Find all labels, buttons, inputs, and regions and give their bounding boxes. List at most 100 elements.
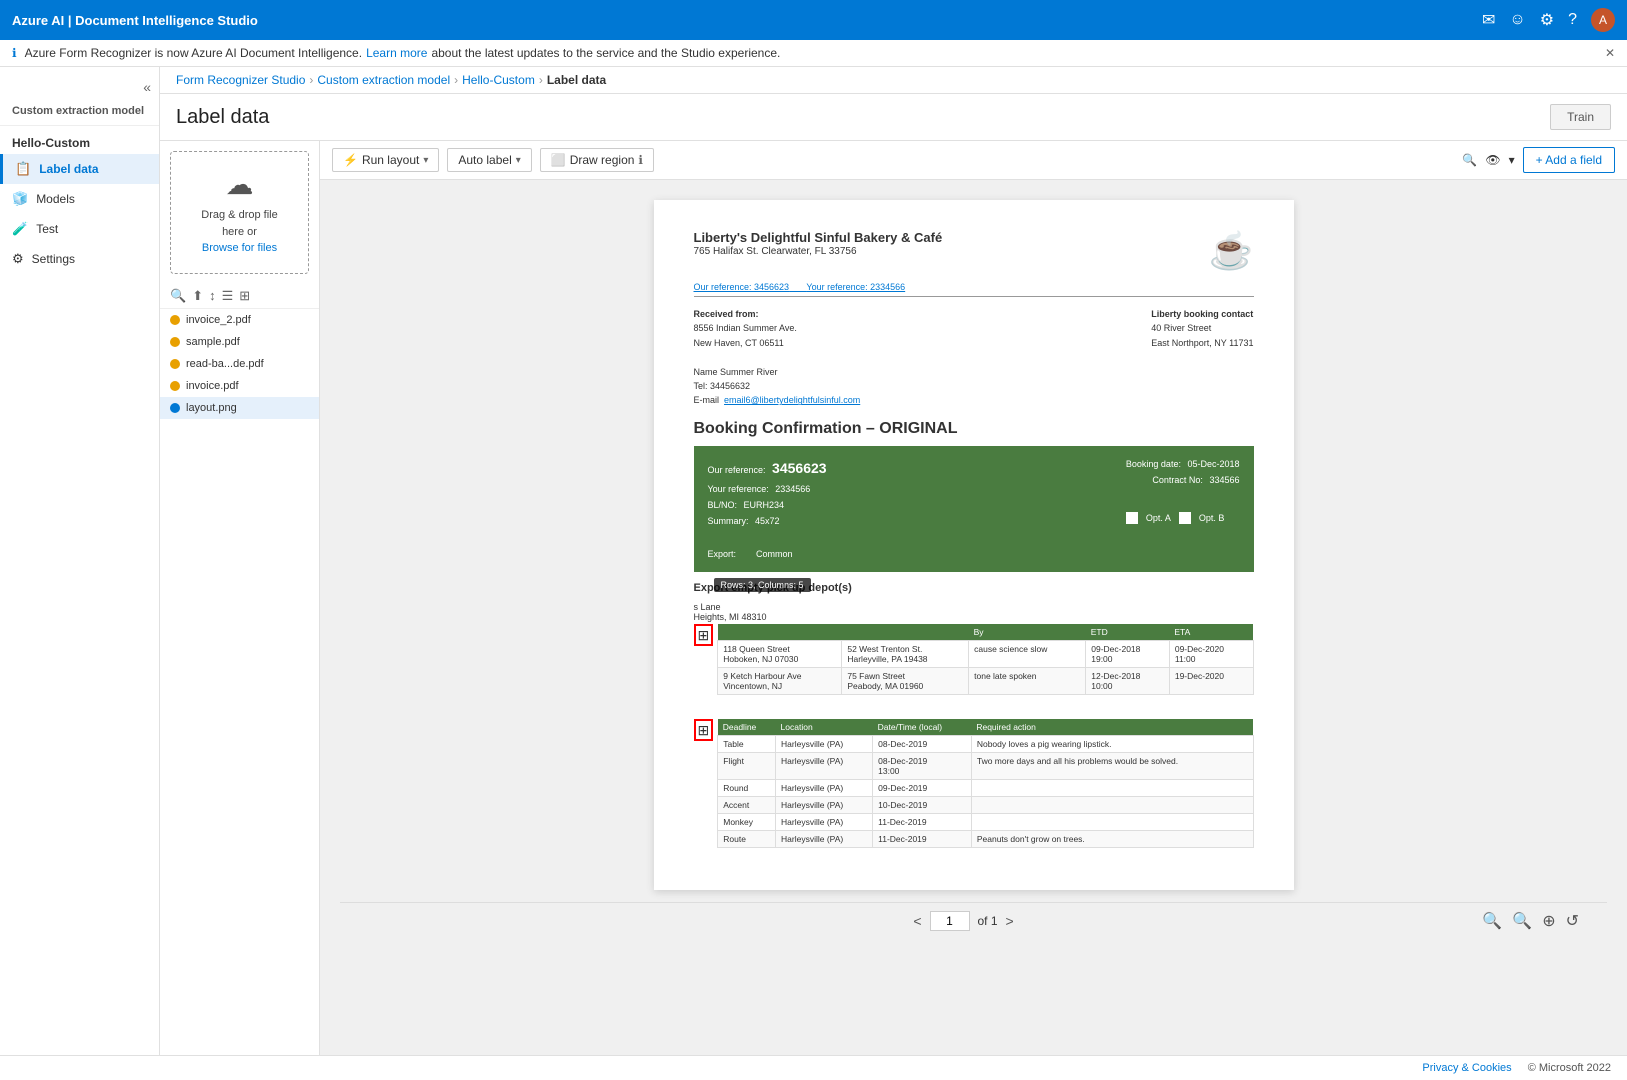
file-grid-icon[interactable]: ⊞ (239, 288, 250, 304)
file-tools: 🔍 ⬆ ↕ ☰ ⊞ (160, 284, 319, 309)
sidebar-settings-label: Settings (32, 252, 75, 266)
settings-icon[interactable]: ⚙ (1540, 10, 1554, 30)
file-item-invoice[interactable]: invoice.pdf (160, 375, 319, 397)
doc-viewer: ⚡ Run layout ▾ Auto label ▾ ⬜ Draw regio… (320, 141, 1627, 1075)
table1-header-2 (842, 624, 969, 641)
email-label: E-mail (694, 395, 720, 405)
opt-b-checkbox[interactable] (1179, 512, 1191, 524)
t2-r4-c1: Accent (718, 796, 776, 813)
train-button[interactable]: Train (1550, 104, 1611, 130)
table-row: Monkey Harleysville (PA) 11-Dec-2019 (718, 813, 1253, 830)
search-icon[interactable]: 🔍 (1462, 153, 1477, 167)
file-item-invoice2[interactable]: invoice_2.pdf (160, 309, 319, 331)
tel-label: Tel: 34456632 (694, 381, 751, 391)
t2-r6-c3: 11-Dec-2019 (873, 830, 972, 847)
run-layout-btn[interactable]: ⚡ Run layout ▾ (332, 148, 439, 172)
addresses: Received from: 8556 Indian Summer Ave. N… (694, 307, 1254, 408)
draw-region-btn[interactable]: ⬜ Draw region ℹ (540, 148, 654, 172)
table1-header-etd: ETD (1086, 624, 1170, 641)
upload-cloud-icon: ☁ (179, 168, 300, 201)
coffee-icon: ☕ (1209, 230, 1254, 272)
liberty-addr2: East Northport, NY 11731 (1151, 338, 1253, 348)
sidebar-item-test[interactable]: 🧪 Test (0, 214, 159, 244)
file-list-icon[interactable]: ☰ (222, 288, 234, 304)
zoom-in-icon[interactable]: 🔍 (1512, 911, 1532, 931)
breadcrumb-sep-2: › (454, 73, 458, 87)
t2-r4-c3: 10-Dec-2019 (873, 796, 972, 813)
browse-files-link[interactable]: Browse for files (202, 242, 277, 254)
collapse-icon[interactable]: « (143, 79, 151, 95)
t2-header-deadline: Deadline (718, 719, 776, 736)
t1-r2-c5: 19-Dec-2020 (1169, 667, 1253, 694)
eye-icon[interactable]: 👁 (1485, 153, 1500, 167)
t2-r6-c4: Peanuts don't grow on trees. (971, 830, 1253, 847)
file-filter-icon[interactable]: ↕ (209, 288, 216, 303)
upload-area[interactable]: ☁ Drag & drop file here or Browse for fi… (170, 151, 309, 274)
zoom-controls: 🔍 🔍 ⊕ ↺ (1026, 911, 1599, 931)
table1-icon-btn[interactable]: ⊞ (694, 624, 714, 646)
booking-date-val: 05-Dec-2018 (1187, 459, 1239, 469)
table-row: 9 Ketch Harbour AveVincentown, NJ 75 Faw… (718, 667, 1253, 694)
green-box-inner: Our reference: 3456623 Your reference: 2… (708, 456, 1240, 562)
eye-chevron[interactable]: ▾ (1509, 153, 1515, 167)
footer: Privacy & Cookies © Microsoft 2022 (0, 1055, 1627, 1080)
t2-r4-c2: Harleysville (PA) (776, 796, 873, 813)
app-title: Azure AI | Document Intelligence Studio (12, 13, 1474, 28)
help-icon[interactable]: ? (1568, 11, 1577, 29)
zoom-reset-icon[interactable]: ↺ (1566, 911, 1579, 931)
green-box-left: Our reference: 3456623 Your reference: 2… (708, 456, 827, 562)
add-field-btn[interactable]: + Add a field (1523, 147, 1615, 173)
company-address: 765 Halifax St. Clearwater, FL 33756 (694, 245, 943, 259)
auto-label-btn[interactable]: Auto label ▾ (447, 148, 531, 172)
prev-page-btn[interactable]: < (913, 913, 921, 929)
t2-header-datetime: Date/Time (local) (873, 719, 972, 736)
table-row: Accent Harleysville (PA) 10-Dec-2019 (718, 796, 1253, 813)
file-sort-icon[interactable]: ⬆ (192, 288, 203, 304)
sidebar-item-settings[interactable]: ⚙ Settings (0, 244, 159, 274)
file-item-sample[interactable]: sample.pdf (160, 331, 319, 353)
file-item-readba[interactable]: read-ba...de.pdf (160, 353, 319, 375)
breadcrumb-form-recognizer[interactable]: Form Recognizer Studio (176, 73, 305, 87)
run-layout-chevron[interactable]: ▾ (423, 155, 428, 166)
page-number-input[interactable]: 1 (930, 911, 970, 931)
emoji-icon[interactable]: ☺ (1509, 11, 1525, 29)
label-data-icon: 📋 (15, 161, 31, 177)
file-dot-invoice2 (170, 315, 180, 325)
avatar[interactable]: A (1591, 8, 1615, 32)
table2-icon-btn[interactable]: ⊞ (694, 719, 714, 741)
close-notification-btn[interactable]: ✕ (1605, 46, 1615, 60)
t2-r3-c1: Round (718, 779, 776, 796)
next-page-btn[interactable]: > (1006, 913, 1014, 929)
auto-label-chevron[interactable]: ▾ (516, 155, 521, 166)
email-link[interactable]: email6@libertydelightfulsinful.com (724, 395, 860, 405)
file-item-layout[interactable]: layout.png (160, 397, 319, 419)
your-ref: Your reference: 2334566 (806, 282, 905, 292)
doc-toolbar: ⚡ Run layout ▾ Auto label ▾ ⬜ Draw regio… (320, 141, 1627, 180)
table1-header-by: By (969, 624, 1086, 641)
test-icon: 🧪 (12, 221, 28, 237)
t1-r1-c4: 09-Dec-201819:00 (1086, 640, 1170, 667)
breadcrumb-hello-custom[interactable]: Hello-Custom (462, 73, 535, 87)
breadcrumb-custom-extraction[interactable]: Custom extraction model (317, 73, 450, 87)
zoom-fit-icon[interactable]: ⊕ (1542, 911, 1555, 931)
sidebar-collapse-btn[interactable]: « (0, 75, 159, 99)
zoom-out-icon[interactable]: 🔍 (1482, 911, 1502, 931)
received-from-block: Received from: 8556 Indian Summer Ave. N… (694, 307, 861, 408)
doc-content: Liberty's Delightful Sinful Bakery & Caf… (320, 180, 1627, 1075)
mail-icon[interactable]: ✉ (1482, 10, 1495, 30)
page-title: Label data (176, 106, 269, 129)
sidebar-item-models[interactable]: 🧊 Models (0, 184, 159, 214)
page-header: Label data Train (160, 94, 1627, 141)
file-name-layout: layout.png (186, 402, 237, 414)
top-bar: Azure AI | Document Intelligence Studio … (0, 0, 1627, 40)
file-search-icon[interactable]: 🔍 (170, 288, 186, 304)
learn-more-link[interactable]: Learn more (366, 46, 427, 60)
opt-a-checkbox[interactable] (1126, 512, 1138, 524)
privacy-link[interactable]: Privacy & Cookies (1422, 1062, 1511, 1074)
table1-tooltip: Rows: 3, Columns: 5 (714, 578, 811, 592)
t1-r1-c5: 09-Dec-202011:00 (1169, 640, 1253, 667)
table-row: Table Harleysville (PA) 08-Dec-2019 Nobo… (718, 735, 1253, 752)
t1-r2-c2: 75 Fawn StreetPeabody, MA 01960 (842, 667, 969, 694)
sidebar-item-label-data[interactable]: 📋 Label data (0, 154, 159, 184)
our-ref-val-gb: 3456623 (772, 460, 827, 476)
